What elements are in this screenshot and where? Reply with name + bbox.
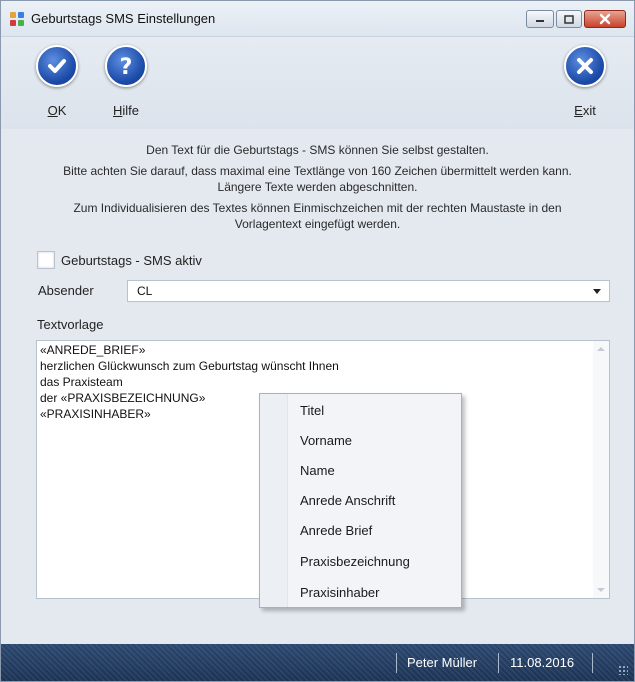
- template-line: «PRAXISINHABER»: [40, 407, 151, 421]
- template-line: «ANREDE_BRIEF»: [40, 343, 146, 357]
- info-line: Zum Individualisieren des Textes können …: [73, 201, 562, 215]
- close-icon: [564, 45, 606, 87]
- exit-label: Exit: [574, 103, 596, 118]
- ok-button[interactable]: OK: [27, 41, 87, 127]
- sms-active-checkbox[interactable]: [37, 251, 55, 269]
- settings-window: Geburtstags SMS Einstellungen OK ? Hilfe: [0, 0, 635, 682]
- template-line: der «PRAXISBEZEICHNUNG»: [40, 391, 206, 405]
- sender-dropdown[interactable]: CL: [127, 280, 610, 302]
- status-separator: [592, 653, 593, 673]
- info-text: Den Text für die Geburtstags - SMS könne…: [1, 142, 634, 237]
- question-icon: ?: [105, 45, 147, 87]
- minimize-icon: [536, 20, 544, 22]
- scroll-up-icon[interactable]: [597, 347, 605, 351]
- sender-value: CL: [137, 284, 153, 298]
- context-menu-item-vorname[interactable]: Vorname: [300, 433, 352, 448]
- svg-text:?: ?: [120, 55, 133, 79]
- textarea-scrollbar[interactable]: [593, 341, 609, 598]
- checkmark-icon: [36, 45, 78, 87]
- close-x-icon: [599, 13, 611, 25]
- help-button[interactable]: ? Hilfe: [96, 41, 156, 127]
- info-line: Längere Texte werden abgeschnitten.: [217, 180, 418, 194]
- sms-active-label: Geburtstags - SMS aktiv: [61, 252, 202, 268]
- template-line: das Praxisteam: [40, 375, 123, 389]
- status-user: Peter Müller: [407, 655, 478, 670]
- chevron-down-icon[interactable]: [593, 289, 601, 294]
- ok-label: OK: [47, 103, 67, 118]
- sender-label: Absender: [38, 283, 94, 298]
- context-menu-item-praxisinhaber[interactable]: Praxisinhaber: [300, 585, 380, 600]
- scroll-down-icon[interactable]: [597, 588, 605, 592]
- toolbar: OK ? Hilfe Exit: [1, 37, 634, 129]
- maximize-icon: [564, 14, 574, 24]
- context-menu-item-anrede-anschrift[interactable]: Anrede Anschrift: [300, 493, 395, 508]
- app-icon: [10, 12, 24, 26]
- title-bar: Geburtstags SMS Einstellungen: [1, 1, 634, 37]
- context-menu-gutter: [260, 394, 288, 607]
- template-line: herzlichen Glückwunsch zum Geburtstag wü…: [40, 359, 339, 373]
- info-line: Vorlagentext eingefügt werden.: [234, 217, 401, 231]
- maximize-button[interactable]: [556, 10, 582, 28]
- minimize-button[interactable]: [526, 10, 554, 28]
- context-menu-item-praxisbezeichnung[interactable]: Praxisbezeichnung: [300, 554, 410, 569]
- status-separator: [396, 653, 397, 673]
- info-line: Bitte achten Sie darauf, dass maximal ei…: [63, 164, 572, 178]
- info-line: Den Text für die Geburtstags - SMS könne…: [146, 143, 489, 157]
- window-close-button[interactable]: [584, 10, 626, 28]
- exit-button[interactable]: Exit: [555, 41, 615, 127]
- help-label: Hilfe: [112, 103, 139, 118]
- status-date: 11.08.2016: [510, 655, 575, 670]
- resize-grip-icon[interactable]: [618, 665, 628, 675]
- context-menu: Titel Vorname Name Anrede Anschrift Anre…: [259, 393, 462, 608]
- sms-active-row[interactable]: Geburtstags - SMS aktiv: [37, 250, 202, 270]
- context-menu-item-titel[interactable]: Titel: [300, 403, 324, 418]
- context-menu-item-anrede-brief[interactable]: Anrede Brief: [300, 523, 372, 538]
- status-bar: Peter Müller 11.08.2016: [1, 644, 634, 681]
- window-title: Geburtstags SMS Einstellungen: [31, 11, 216, 26]
- status-separator: [498, 653, 499, 673]
- template-label: Textvorlage: [37, 317, 104, 332]
- context-menu-item-name[interactable]: Name: [300, 463, 335, 478]
